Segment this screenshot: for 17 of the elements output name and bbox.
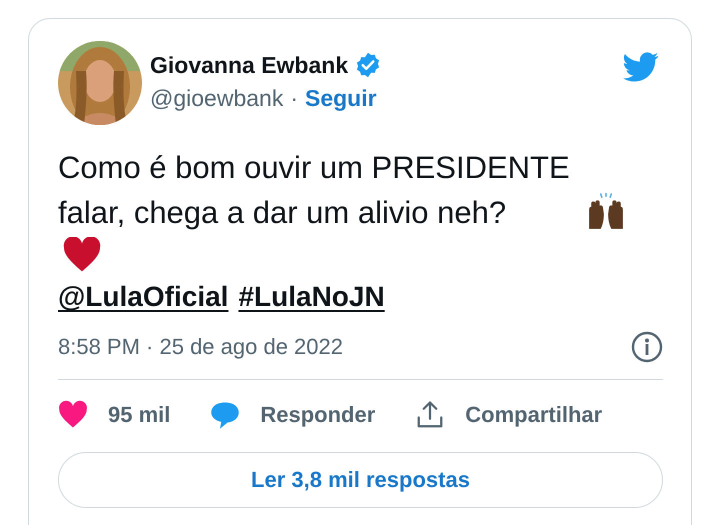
tweet-text: Como é bom ouvir um PRESIDENTE falar, chega a dar um alivio neh? bbox=[58, 149, 571, 232]
tweet-link[interactable]: #LulaNoJN bbox=[238, 277, 385, 317]
tweet-link[interactable]: @LulaOficial bbox=[58, 277, 228, 317]
share-icon[interactable] bbox=[415, 400, 446, 430]
action-label[interactable]: Responder bbox=[260, 402, 376, 428]
read-replies-button[interactable]: Ler 3,8 mil respostas bbox=[58, 452, 663, 508]
speech-bubble-icon[interactable] bbox=[210, 400, 240, 430]
follow-link[interactable]: Seguir bbox=[305, 85, 377, 112]
timestamp[interactable]: 8:58 PM · 25 de ago de 2022 bbox=[58, 334, 343, 360]
action-label[interactable]: 95 mil bbox=[108, 402, 170, 428]
heart-icon[interactable] bbox=[58, 400, 88, 430]
separator: · bbox=[290, 85, 298, 112]
heart-icon bbox=[62, 237, 102, 273]
action-label[interactable]: Compartilhar bbox=[465, 402, 602, 428]
author-name[interactable]: Giovanna Ewbank bbox=[150, 52, 348, 78]
author-handle[interactable]: @gioewbank bbox=[150, 85, 284, 112]
info-icon[interactable] bbox=[631, 331, 663, 363]
